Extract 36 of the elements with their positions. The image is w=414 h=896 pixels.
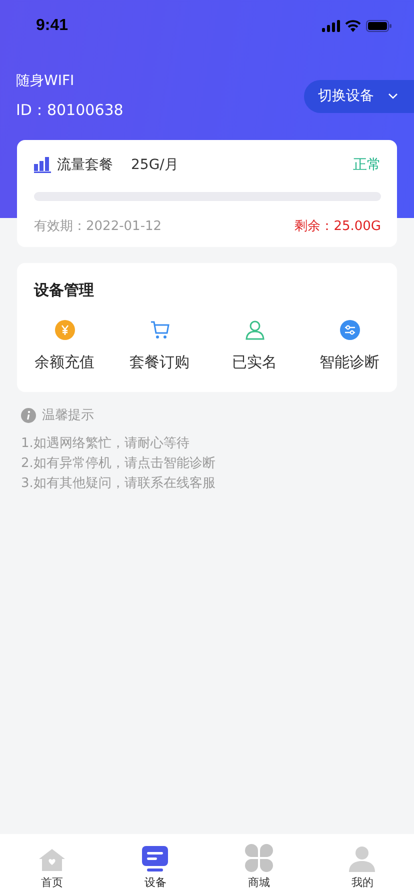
bar-chart-icon: [34, 157, 51, 173]
action-button[interactable]: 已实名: [232, 320, 277, 372]
four-leaf-icon: [244, 844, 273, 872]
device-icon: [141, 846, 170, 872]
person-icon: [244, 320, 264, 340]
info-icon: [21, 408, 36, 422]
section-title: 设备管理: [32, 281, 94, 300]
action-button[interactable]: 套餐订购: [130, 320, 190, 372]
status-time: 9:41: [36, 17, 68, 35]
tab[interactable]: 设备: [141, 846, 170, 890]
cart-icon: [150, 320, 170, 340]
device-id: ID：80100638: [16, 101, 124, 120]
plan-quota: 25G/月: [131, 156, 178, 174]
signal-icon: [322, 20, 340, 32]
switch-device-button[interactable]: 切换设备: [304, 80, 414, 112]
person-icon: [348, 846, 376, 872]
plan-title: 流量套餐: [57, 156, 113, 174]
yen-coin-icon: [54, 320, 74, 340]
plan-status: 正常: [353, 156, 381, 174]
chevron-down-icon: [388, 93, 398, 99]
validity-date: 有效期：2022-01-12: [34, 218, 162, 235]
battery-icon: [366, 20, 392, 32]
tip-text: 2.如有异常停机，请点击智能诊断: [21, 456, 216, 472]
tip-text: 3.如有其他疑问，请联系在线客服: [21, 476, 216, 492]
tab[interactable]: 商城: [244, 844, 273, 890]
home-icon: [38, 848, 66, 872]
tab[interactable]: 我的: [348, 846, 376, 890]
remaining-data: 剩余：25.00G: [294, 218, 381, 235]
tips-title: 温馨提示: [42, 407, 94, 424]
sliders-icon: [340, 320, 360, 340]
wifi-icon: [345, 20, 361, 32]
action-button[interactable]: 余额充值: [34, 320, 94, 372]
device-name: 随身WIFI: [16, 72, 76, 90]
action-button[interactable]: 智能诊断: [320, 320, 380, 372]
tip-text: 1.如遇网络繁忙，请耐心等待: [21, 436, 190, 452]
tab[interactable]: 首页: [38, 848, 66, 890]
